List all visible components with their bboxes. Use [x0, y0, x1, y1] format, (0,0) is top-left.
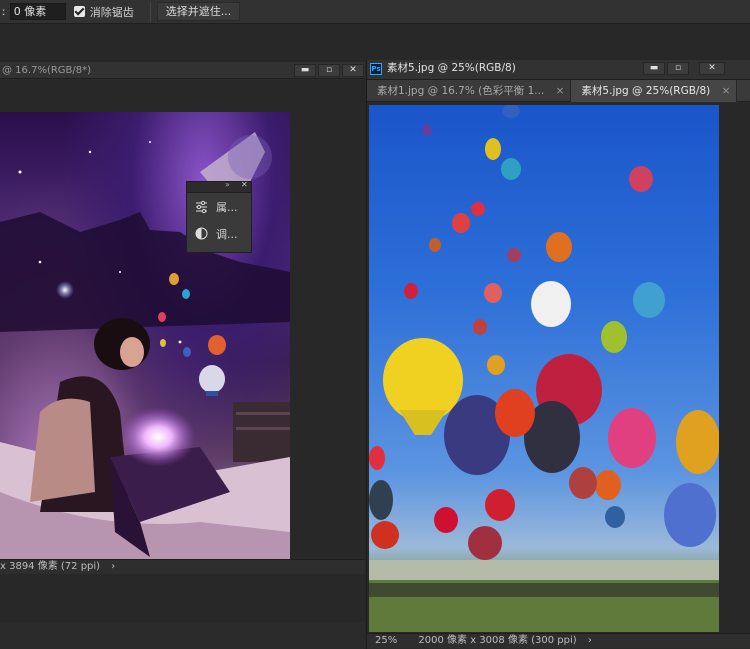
adjustments-icon	[195, 227, 208, 240]
hot-air-balloons-image[interactable]	[369, 105, 719, 632]
document-window-right[interactable]: Ps 素材5.jpg @ 25%(RGB/8) ▬ ▫ ✕ 素材1.jpg @ …	[366, 60, 750, 649]
tab-close-icon[interactable]: ×	[722, 85, 731, 97]
properties-sliders-icon	[196, 200, 207, 213]
left-canvas-area[interactable]	[0, 80, 365, 622]
document-tabs: 素材1.jpg @ 16.7% (色彩平衡 1... × 素材5.jpg @ 2…	[367, 80, 750, 102]
right-doc-info: 2000 像素 x 3008 像素 (300 ppi)	[418, 635, 577, 646]
tab-document-1[interactable]: 素材1.jpg @ 16.7% (色彩平衡 1... ×	[367, 80, 572, 102]
antialias-checkbox[interactable]	[73, 6, 85, 17]
close-panel-icon[interactable]: ✕	[241, 180, 248, 189]
collapsed-panel-dock: » ✕ 属... 调...	[186, 180, 252, 253]
left-doc-info: x 3894 像素 (72 ppi)	[0, 561, 101, 572]
close-button[interactable]: ✕	[699, 62, 725, 75]
panel-adjustments[interactable]: 调...	[187, 220, 251, 247]
maximize-button[interactable]: ▫	[318, 64, 340, 77]
right-window-title: 素材5.jpg @ 25%(RGB/8)	[387, 62, 516, 74]
document-window-left[interactable]: @ 16.7%(RGB/8*) ▬ ▫ ✕ x 3894 像素 (72 ppi)…	[0, 62, 365, 649]
zoom-level[interactable]: 25%	[375, 635, 397, 646]
photoshop-app-icon: Ps	[370, 63, 382, 75]
adjustments-label: 调...	[216, 227, 238, 241]
right-window-titlebar[interactable]: Ps 素材5.jpg @ 25%(RGB/8) ▬ ▫ ✕	[367, 60, 750, 80]
balloons-photo	[369, 105, 719, 632]
tab-document-5[interactable]: 素材5.jpg @ 25%(RGB/8) ×	[571, 80, 738, 102]
feather-input[interactable]: 0 像素	[9, 3, 66, 20]
feather-label: ː	[2, 5, 6, 18]
tab-label: 素材1.jpg @ 16.7% (色彩平衡 1...	[377, 85, 545, 97]
minimize-button[interactable]: ▬	[294, 64, 316, 77]
properties-label: 属...	[216, 200, 238, 214]
close-button[interactable]: ✕	[342, 64, 364, 77]
panel-dock-header[interactable]: » ✕	[187, 180, 251, 193]
options-bar: ː 0 像素 消除锯齿 选择并遮住...	[0, 0, 750, 24]
panel-properties[interactable]: 属...	[187, 193, 251, 220]
left-status-bar: x 3894 像素 (72 ppi) ›	[0, 559, 365, 574]
antialias-label[interactable]: 消除锯齿	[90, 4, 134, 20]
right-status-bar: 25% 2000 像素 x 3008 像素 (300 ppi) ›	[367, 633, 750, 648]
right-status-arrow-icon[interactable]: ›	[588, 635, 592, 646]
select-and-mask-button[interactable]: 选择并遮住...	[156, 2, 241, 21]
collapse-panels-icon[interactable]: »	[225, 180, 230, 189]
tab-close-icon[interactable]: ×	[556, 85, 565, 97]
maximize-button[interactable]: ▫	[667, 62, 689, 75]
left-window-title: @ 16.7%(RGB/8*)	[2, 65, 92, 76]
left-status-arrow-icon[interactable]: ›	[111, 561, 115, 572]
options-divider	[149, 1, 151, 22]
minimize-button[interactable]: ▬	[643, 62, 665, 75]
right-canvas-area[interactable]	[367, 103, 750, 633]
left-window-titlebar[interactable]: @ 16.7%(RGB/8*) ▬ ▫ ✕	[0, 62, 365, 79]
tab-label: 素材5.jpg @ 25%(RGB/8)	[581, 85, 711, 97]
